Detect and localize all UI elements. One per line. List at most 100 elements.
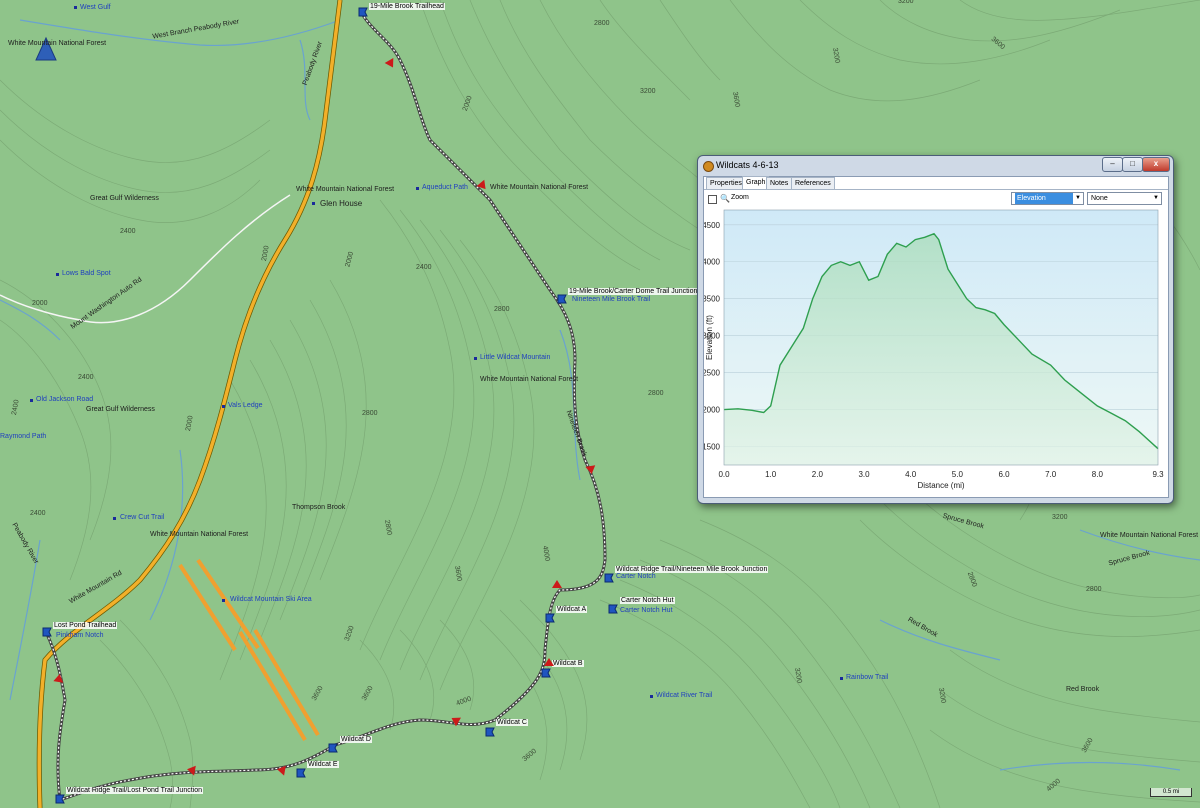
track-icon	[703, 161, 714, 172]
poi-marker[interactable]	[312, 202, 315, 205]
map-label: Crew Cut Trail	[120, 514, 165, 521]
poi-marker[interactable]	[650, 695, 653, 698]
x-tick-label: 3.0	[858, 470, 870, 479]
chevron-down-icon: ▼	[1153, 195, 1159, 201]
map-label: Vals Ledge	[228, 402, 263, 409]
x-tick-label: 8.0	[1092, 470, 1104, 479]
y-tick-label: 1500	[704, 443, 721, 452]
map-label: Raymond Path	[0, 433, 47, 440]
map-label: Wildcat Mountain Ski Area	[230, 596, 312, 603]
map-label: Pinkham Notch	[56, 632, 104, 639]
map-label: Lows Bald Spot	[62, 270, 111, 277]
map-label: White Mountain National Forest	[480, 376, 579, 383]
contour-label: 2800	[494, 306, 510, 313]
track-properties-window[interactable]: Wildcats 4-6-13 – □ x Properties Graph N…	[697, 155, 1174, 504]
y-tick-label: 4500	[704, 221, 721, 230]
waypoint-label[interactable]: Carter Notch Hut	[620, 597, 675, 604]
waypoint-label[interactable]: 19-Mile Brook/Carter Dome Trail Junction	[568, 288, 699, 295]
x-tick-label: 7.0	[1045, 470, 1057, 479]
track-direction-icon	[186, 764, 196, 776]
waypoint-flag-icon[interactable]	[604, 573, 614, 584]
poi-marker[interactable]	[222, 405, 225, 408]
x-tick-label: 5.0	[952, 470, 964, 479]
y-tick-label: 3500	[704, 295, 721, 304]
waypoint-label[interactable]: Wildcat A	[556, 606, 588, 613]
map-label: Red Brook	[1066, 686, 1100, 693]
zoom-checkbox[interactable]	[708, 195, 717, 204]
waypoint-flag-icon[interactable]	[42, 627, 52, 638]
map-label: Aqueduct Path	[422, 184, 468, 191]
poi-marker[interactable]	[416, 187, 419, 190]
y-axis-select[interactable]: Elevation ▼	[1011, 192, 1084, 205]
poi-marker[interactable]	[113, 517, 116, 520]
map-label: Carter Notch Hut	[620, 607, 673, 614]
x-tick-label: 6.0	[998, 470, 1010, 479]
contour-label: 2400	[120, 228, 136, 235]
poi-marker[interactable]	[56, 273, 59, 276]
map-label: West Gulf	[80, 4, 111, 11]
track-direction-icon	[544, 658, 554, 666]
waypoint-label[interactable]: Wildcat Ridge Trail/Nineteen Mile Brook …	[615, 566, 769, 573]
map-label: Nineteen Mile Brook Trail	[572, 296, 651, 303]
x-tick-label: 1.0	[765, 470, 777, 479]
y-tick-label: 2500	[704, 369, 721, 378]
y-axis-label: Elevation (ft)	[705, 315, 714, 360]
poi-marker[interactable]	[74, 6, 77, 9]
waypoint-flag-icon[interactable]	[541, 668, 551, 679]
scale-bar: 0.5 mi	[1150, 788, 1192, 797]
x-tick-label: 0.0	[718, 470, 730, 479]
y-tick-label: 2000	[704, 406, 721, 415]
overlay-select[interactable]: None ▼	[1087, 192, 1162, 205]
contour-label: 3200	[640, 88, 656, 95]
map-label: Great Gulf Wilderness	[86, 406, 155, 413]
map-label: Carter Notch	[616, 573, 656, 580]
x-tick-label: 4.0	[905, 470, 917, 479]
contour-label: 2400	[30, 510, 46, 517]
y-tick-label: 4000	[704, 258, 721, 267]
contour-label: 2800	[648, 390, 664, 397]
waypoint-flag-icon[interactable]	[545, 613, 555, 624]
waypoint-flag-icon[interactable]	[557, 294, 567, 305]
minimize-button[interactable]: –	[1102, 157, 1123, 172]
waypoint-flag-icon[interactable]	[485, 727, 495, 738]
waypoint-label[interactable]: Wildcat C	[496, 719, 528, 726]
map-label: Wildcat River Trail	[656, 692, 713, 699]
window-titlebar[interactable]: Wildcats 4-6-13 – □ x	[698, 156, 1173, 176]
waypoint-label[interactable]: Wildcat Ridge Trail/Lost Pond Trail Junc…	[66, 787, 204, 794]
map-label: White Mountain National Forest	[490, 184, 589, 191]
poi-marker[interactable]	[840, 677, 843, 680]
maximize-button[interactable]: □	[1122, 157, 1143, 172]
poi-marker[interactable]	[474, 357, 477, 360]
y-axis-select-value: Elevation	[1015, 193, 1073, 204]
waypoint-label[interactable]: Wildcat D	[340, 736, 372, 743]
waypoint-flag-icon[interactable]	[328, 743, 338, 754]
waypoint-flag-icon[interactable]	[358, 7, 368, 18]
track-direction-icon	[585, 465, 597, 475]
map-label: Thompson Brook	[292, 504, 346, 511]
waypoint-label[interactable]: Lost Pond Trailhead	[53, 622, 118, 629]
waypoint-label[interactable]: Wildcat E	[307, 761, 339, 768]
overlay-select-value: None	[1091, 195, 1108, 202]
waypoint-label[interactable]: 19-Mile Brook Trailhead	[369, 3, 445, 10]
zoom-label: Zoom	[731, 194, 749, 201]
map-label: Old Jackson Road	[36, 396, 94, 403]
x-axis-label: Distance (mi)	[917, 481, 964, 490]
waypoint-flag-icon[interactable]	[608, 604, 618, 615]
elevation-chart[interactable]: 15002000250030003500400045000.0 1.0 2.0 3.0…	[704, 208, 1168, 496]
map-label: White Mountain National Forest	[296, 186, 395, 193]
track-direction-icon	[53, 673, 65, 683]
poi-marker[interactable]	[30, 399, 33, 402]
chevron-down-icon: ▼	[1075, 195, 1081, 201]
map-label: Glen House	[320, 199, 363, 208]
map-label: White Mountain National Forest	[8, 40, 107, 47]
waypoint-label[interactable]: Wildcat B	[552, 660, 584, 667]
contour-label: 2800	[594, 20, 610, 27]
waypoint-flag-icon[interactable]	[296, 768, 306, 779]
contour-label: 2400	[78, 374, 94, 381]
close-button[interactable]: x	[1142, 157, 1170, 172]
map-label: Rainbow Trail	[846, 674, 889, 681]
waypoint-flag-icon[interactable]	[55, 794, 65, 805]
poi-marker[interactable]	[222, 599, 225, 602]
scale-label: 0.5 mi	[1162, 789, 1180, 795]
map-label: Little Wildcat Mountain	[480, 354, 551, 361]
